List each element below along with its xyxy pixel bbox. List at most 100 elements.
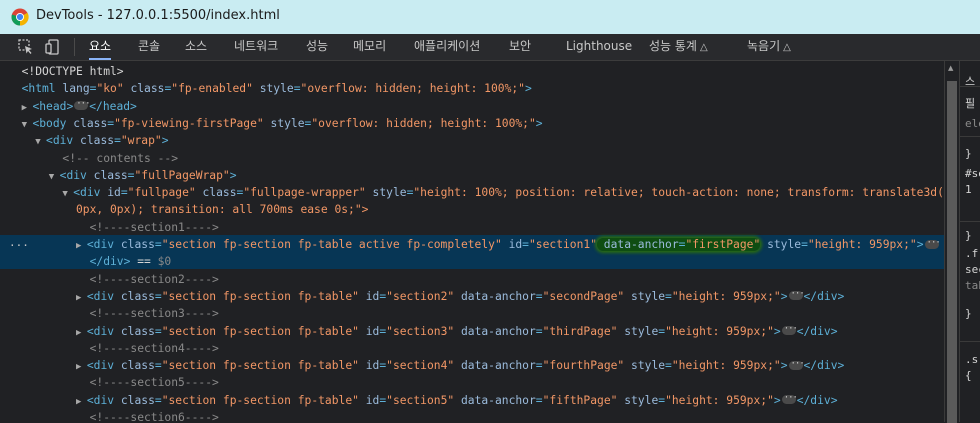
attribute-value: "fp-viewing-firstPage" [114, 116, 264, 130]
tag-close: > [916, 238, 924, 251]
tab-console[interactable]: 콘솔 [138, 34, 160, 60]
attribute-name: id [358, 393, 380, 407]
attribute[interactable]: class="section fp-section fp-table" [114, 394, 359, 407]
tag-name: <div [73, 186, 101, 200]
scroll-up-arrow-icon[interactable]: ▲ [948, 64, 953, 72]
section-comment-line[interactable]: <!----section1----> [90, 219, 219, 236]
attribute-name: id [358, 359, 380, 373]
styles-pane[interactable]: 스필 ele} #se 1} .f sec tab} .s { [959, 61, 980, 422]
attribute[interactable]: style="height: 959px;" [624, 359, 781, 373]
attribute-value: "height: 959px;" [671, 289, 781, 303]
section-node-line[interactable]: ▶ <div class="section fp-section fp-tabl… [76, 321, 838, 340]
collapsed-content-ellipsis-icon[interactable] [781, 390, 797, 407]
attribute[interactable]: class="wrap" [73, 134, 162, 147]
tab-sources[interactable]: 소스 [185, 34, 207, 60]
fullpage-node-line-cont[interactable]: 0px, 0px); transition: all 700ms ease 0s… [76, 201, 368, 218]
attribute[interactable]: lang="ko" [56, 82, 123, 95]
tab-security[interactable]: 보안 [509, 34, 531, 60]
collapsed-content-ellipsis-icon[interactable] [781, 321, 797, 338]
tab-recorder-label: 녹음기 [747, 39, 781, 53]
selected-node-menu-dots[interactable]: ... [9, 236, 29, 249]
html-comment: <!----section3----> [89, 307, 219, 321]
tab-application[interactable]: 애플리케이션 [414, 34, 480, 60]
body-node-line[interactable]: ▼ <body class="fp-viewing-firstPage" sty… [22, 115, 543, 132]
tab-performance-insights[interactable]: 성능 통계 △ [649, 34, 708, 60]
attribute[interactable]: class="fp-viewing-firstPage" [66, 117, 263, 130]
attribute[interactable]: class="section fp-section fp-table" [114, 359, 359, 372]
attribute[interactable]: style="overflow: hidden; height: 100%;" [253, 82, 525, 95]
section-node-line[interactable]: ▶ <div class="section fp-section fp-tabl… [76, 390, 838, 409]
inspect-element-icon[interactable] [17, 38, 35, 56]
selected-section-node-line[interactable]: ▶ <div class="section fp-section fp-tabl… [76, 235, 940, 253]
section-node-line[interactable]: ▶ <div class="section fp-section fp-tabl… [76, 356, 844, 374]
attribute[interactable]: class="section fp-section fp-table activ… [114, 238, 502, 251]
attribute[interactable]: data-anchor="thirdPage" [454, 325, 617, 338]
html-node-line[interactable]: <html lang="ko" class="fp-enabled" style… [22, 80, 532, 97]
section-comment-line[interactable]: <!----section4----> [90, 340, 219, 357]
tab-network[interactable]: 네트워크 [234, 34, 278, 60]
attribute[interactable]: id="section2" [359, 290, 454, 303]
section-comment-line[interactable]: <!----section2----> [90, 271, 219, 288]
elements-scrollbar[interactable]: ▲ [944, 61, 959, 423]
comment-line[interactable]: <!-- contents --> [62, 150, 178, 167]
attribute-value: "section1" [528, 238, 597, 251]
attribute-value: "section fp-section fp-table" [161, 289, 359, 303]
collapsed-triangle-icon: ▶ [76, 292, 87, 303]
attribute[interactable]: class="fullPageWrap" [87, 169, 230, 182]
elements-tree[interactable]: ... <!DOCTYPE html> <html lang="ko" class… [0, 61, 944, 422]
fullpagewrap-node-line[interactable]: ▼ <div class="fullPageWrap"> [49, 167, 237, 184]
tab-recorder[interactable]: 녹음기 △ [747, 34, 791, 60]
attribute[interactable]: id="fullpage" [100, 186, 195, 199]
tab-elements[interactable]: 요소 [89, 34, 112, 60]
section-comment-line[interactable]: <!----section3----> [90, 305, 219, 322]
selected-equals: == [130, 255, 158, 269]
fullpage-node-line[interactable]: ▼ <div id="fullpage" class="fullpage-wra… [62, 184, 944, 201]
selected-node-end-line[interactable]: </div> == $0 [90, 253, 172, 270]
attribute[interactable]: style="overflow: hidden; height: 100%;" [264, 117, 536, 130]
tab-lighthouse[interactable]: Lighthouse [566, 34, 632, 60]
attribute-value: "section fp-section fp-table active fp-c… [161, 238, 502, 251]
attribute[interactable]: data-anchor="fourthPage" [454, 359, 624, 372]
attribute[interactable]: style="height: 959px;" [760, 238, 917, 251]
attribute-equals: = [154, 289, 162, 303]
attribute-equals: = [535, 359, 543, 373]
attribute[interactable]: style="height: 959px;" [617, 325, 774, 338]
attribute[interactable]: style="height: 959px;" [624, 289, 781, 303]
collapsed-content-ellipsis-icon[interactable] [924, 235, 940, 252]
doctype-line[interactable]: <!DOCTYPE html> [22, 63, 124, 80]
section-comment-line[interactable]: <!----section6----> [90, 409, 219, 422]
attribute[interactable]: class="fullpage-wrapper" [196, 186, 365, 199]
attribute[interactable]: style="height: 100%; position: relative;… [366, 186, 944, 199]
attribute-name: data-anchor [597, 238, 679, 251]
collapsed-content-ellipsis-icon[interactable] [788, 286, 804, 303]
attribute[interactable]: data-anchor="fifthPage" [454, 394, 617, 407]
tab-memory[interactable]: 메모리 [353, 34, 386, 60]
tab-performance[interactable]: 성능 [306, 34, 328, 60]
section-comment-line[interactable]: <!----section5----> [90, 374, 219, 391]
attribute-value: "height: 959px;" [671, 359, 781, 373]
head-node-line[interactable]: ▶ <head> </head> [22, 96, 137, 115]
attribute[interactable]: class="section fp-section fp-table" [114, 325, 359, 338]
collapsed-content-ellipsis-icon[interactable] [788, 356, 804, 373]
tag-close: > [773, 393, 781, 407]
attribute[interactable]: id="section1" [502, 238, 597, 251]
attribute-name: style [624, 359, 666, 373]
attribute[interactable]: id="section5" [359, 394, 454, 407]
attribute[interactable]: class="section fp-section fp-table" [114, 290, 359, 303]
scrollbar-thumb[interactable] [947, 81, 957, 423]
wrap-node-line[interactable]: ▼ <div class="wrap"> [35, 132, 168, 149]
attribute-value: "section5" [386, 393, 455, 407]
attribute[interactable]: style="height: 959px;" [617, 394, 774, 407]
attribute-name: style [252, 82, 294, 96]
collapsed-content-ellipsis-icon[interactable] [74, 96, 90, 113]
section-node-line[interactable]: ▶ <div class="section fp-section fp-tabl… [76, 286, 844, 305]
tag-name: <html [21, 82, 56, 96]
attribute[interactable]: id="section3" [359, 325, 454, 338]
attribute[interactable]: class="fp-enabled" [123, 82, 252, 96]
attribute-name: class [123, 82, 165, 96]
styles-rule-text: tab [965, 279, 980, 292]
attribute[interactable]: data-anchor="secondPage" [454, 290, 624, 303]
attribute[interactable]: id="section4" [359, 359, 454, 372]
device-toolbar-icon[interactable] [44, 38, 62, 56]
attribute[interactable]: data-anchor="firstPage" [597, 238, 761, 251]
